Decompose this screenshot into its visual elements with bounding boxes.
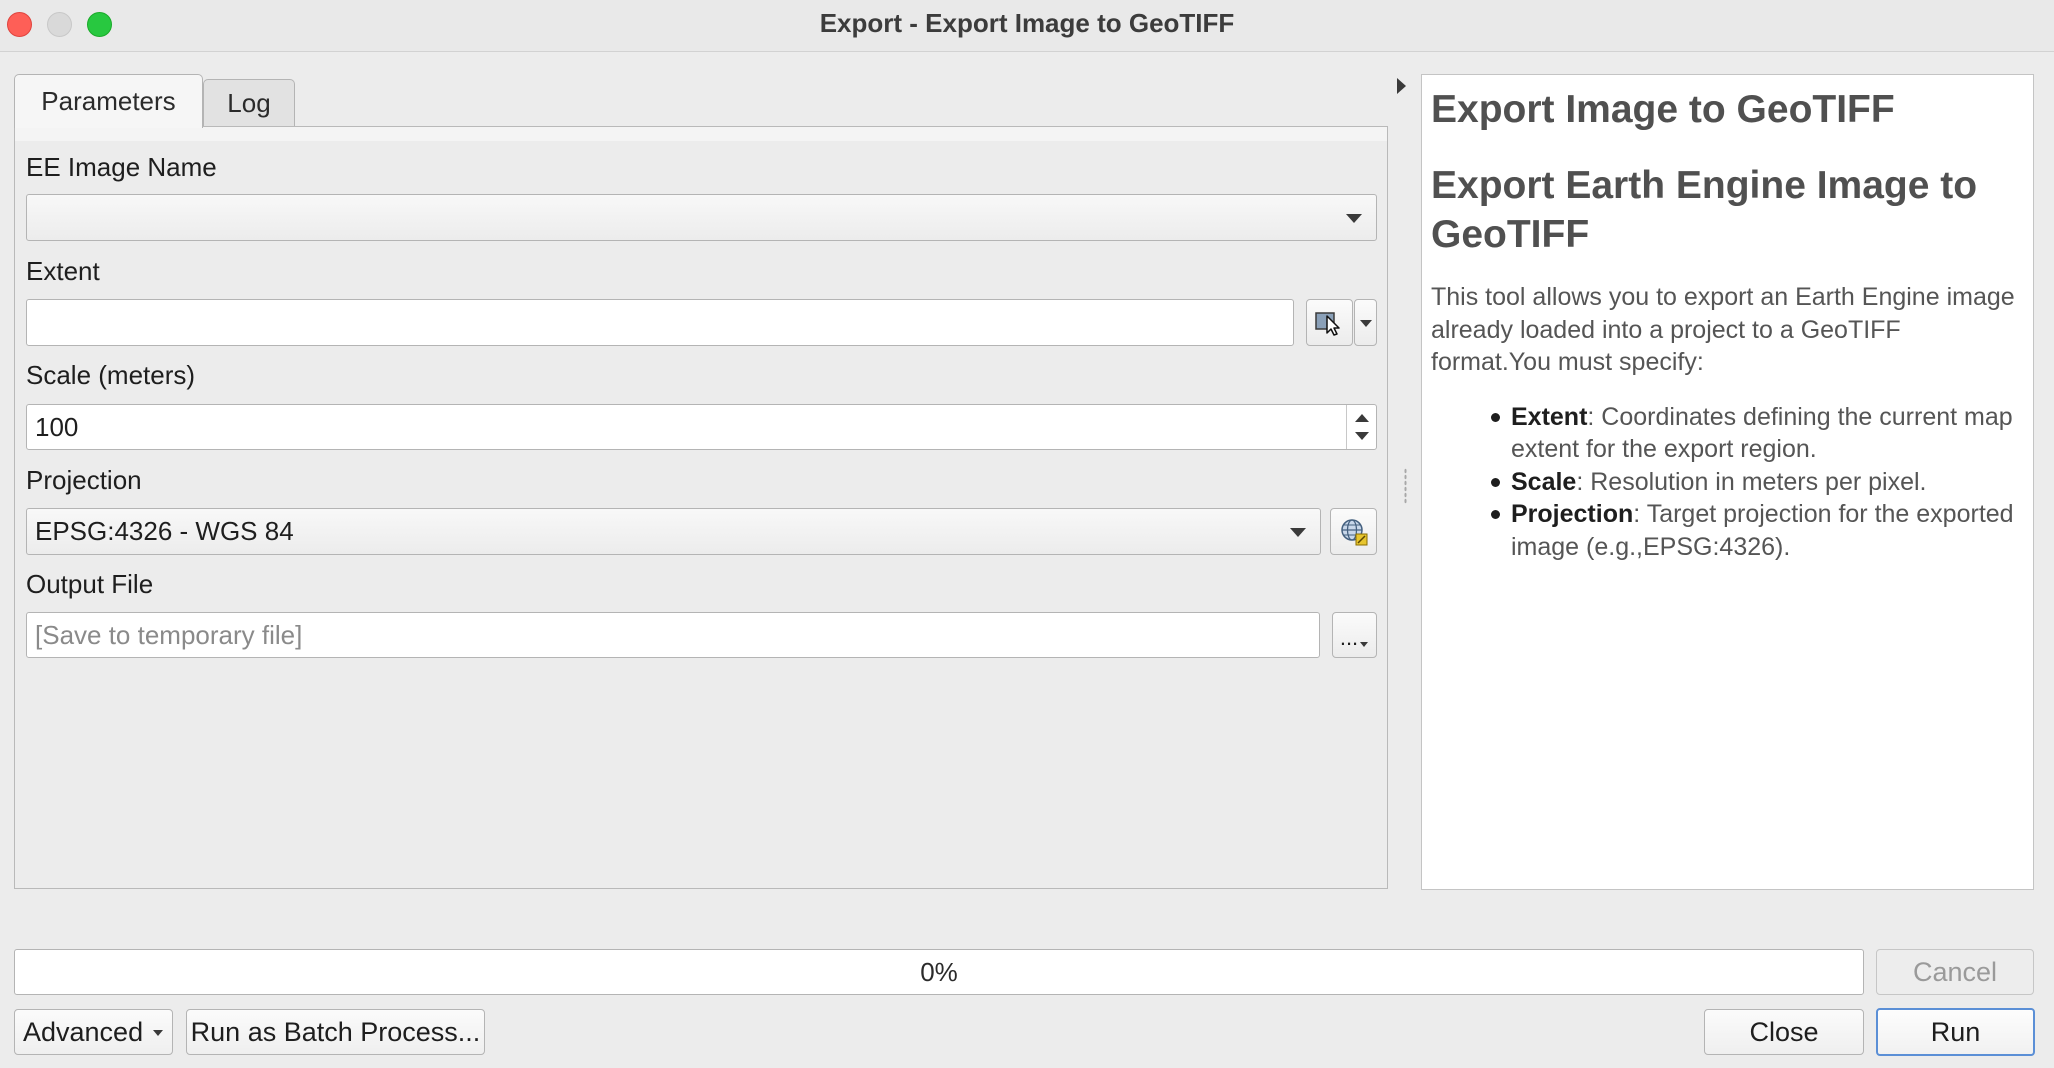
help-item-desc: : Resolution in meters per pixel. [1576,467,1927,496]
progress-text: 0% [920,956,958,987]
ee-image-name-label: EE Image Name [26,152,217,182]
window-title: Export - Export Image to GeoTIFF [819,8,1235,38]
help-list-item: Scale: Resolution in meters per pixel. [1491,466,2024,499]
cancel-button[interactable]: Cancel [1876,949,2034,995]
extent-label: Extent [26,256,100,286]
help-list-item: Extent: Coordinates defining the current… [1491,401,2024,466]
browse-output-label: ... [1339,625,1359,650]
advanced-label: Advanced [23,1016,144,1047]
help-subtitle: Export Earth Engine Image to GeoTIFF [1431,163,1978,256]
chevron-down-icon [153,1030,163,1036]
run-button[interactable]: Run [1876,1008,2035,1056]
select-crs-button[interactable] [1330,508,1377,555]
scale-value: 100 [35,411,79,442]
tab-log[interactable]: Log [203,79,295,127]
projection-combobox[interactable]: EPSG:4326 - WGS 84 [26,508,1321,555]
tab-parameters[interactable]: Parameters [14,74,203,128]
help-list-item: Projection: Target projection for the ex… [1491,498,2024,563]
help-item-desc: : Coordinates defining the current map e… [1511,402,2013,464]
help-panel: Export Image to GeoTIFF Export Earth Eng… [1421,74,2034,890]
help-item-term: Projection [1511,500,1634,529]
extent-options-dropdown[interactable] [1354,299,1377,346]
chevron-down-icon [1360,642,1369,647]
help-list: Extent: Coordinates defining the current… [1431,401,2024,564]
chevron-down-icon [1290,527,1306,537]
stepper-up-icon[interactable] [1355,414,1369,422]
map-cursor-icon [1314,311,1340,336]
title-bar: Export - Export Image to GeoTIFF [0,0,2054,52]
browse-output-button[interactable]: ... [1332,612,1377,658]
select-extent-button[interactable] [1306,299,1353,346]
output-file-input[interactable]: [Save to temporary file] [26,612,1320,658]
help-item-term: Scale [1511,467,1577,496]
help-title: Export Image to GeoTIFF [1431,88,1895,131]
projection-label: Projection [26,465,142,495]
chevron-down-icon [1359,319,1372,327]
splitter-handle[interactable] [1404,468,1407,504]
chevron-down-icon [1346,213,1362,223]
help-item-term: Extent [1511,402,1588,431]
stepper-down-icon[interactable] [1355,432,1369,440]
globe-crs-icon [1340,518,1367,545]
scale-spinbox[interactable]: 100 [26,404,1377,450]
projection-value: EPSG:4326 - WGS 84 [35,516,294,546]
progress-bar: 0% [14,949,1864,995]
run-as-batch-button[interactable]: Run as Batch Process... [186,1009,485,1055]
scale-label: Scale (meters) [26,360,196,390]
advanced-button[interactable]: Advanced [14,1009,173,1055]
close-button[interactable]: Close [1704,1009,1864,1055]
output-file-label: Output File [26,569,154,599]
collapse-help-arrow-icon[interactable] [1397,78,1406,94]
extent-input[interactable] [26,299,1294,346]
ee-image-name-combobox[interactable] [26,194,1377,241]
help-intro: This tool allows you to export an Earth … [1431,283,2015,377]
output-file-placeholder: [Save to temporary file] [35,619,303,650]
scale-stepper[interactable] [1346,405,1376,449]
